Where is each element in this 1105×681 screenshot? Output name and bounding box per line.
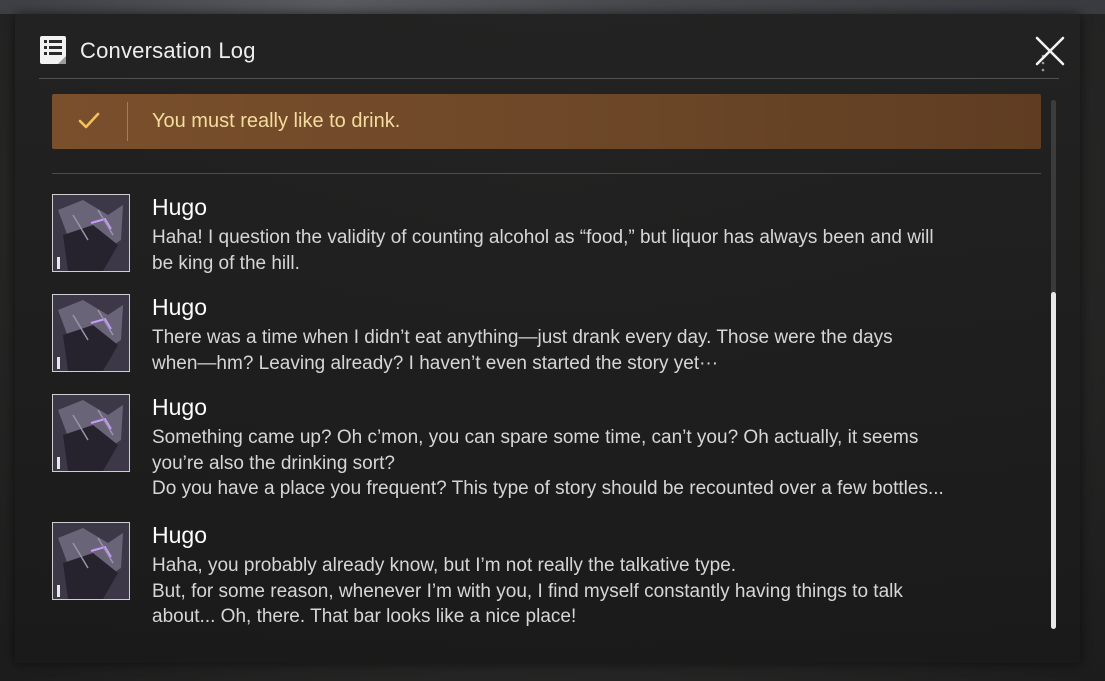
hugo-portrait-icon: [53, 395, 129, 471]
dialogue-text: There was a time when I didn’t eat anyth…: [152, 325, 1032, 376]
hugo-portrait-icon: [53, 195, 129, 271]
speaker-avatar: [52, 194, 130, 272]
scrollbar-thumb[interactable]: [1051, 292, 1056, 629]
speaker-avatar: [52, 394, 130, 472]
selected-choice: You must really like to drink.: [52, 94, 1041, 149]
choice-divider: [127, 102, 128, 141]
dialogue-line: Do you have a place you frequent? This t…: [152, 478, 944, 499]
choice-text: You must really like to drink.: [152, 110, 401, 132]
dialogue-line: There was a time when I didn’t eat anyth…: [152, 327, 893, 348]
speaker-avatar: [52, 522, 130, 600]
speaker-name: Hugo: [152, 194, 207, 220]
dialogue-line: But, for some reason, whenever I’m with …: [152, 580, 903, 602]
close-icon: [1035, 36, 1065, 66]
speaker-name: Hugo: [152, 522, 207, 548]
check-icon: [78, 112, 100, 129]
dialogue-line: Something came up? Oh c’mon, you can spa…: [152, 427, 919, 448]
dialogue-line: you’re also the drinking sort?: [152, 452, 395, 474]
close-button[interactable]: [1029, 32, 1069, 72]
panel-title: Conversation Log: [80, 38, 256, 63]
dialogue-line: Haha! I question the validity of countin…: [152, 227, 934, 248]
conversation-log-panel: Conversation Log You must really like to…: [15, 14, 1080, 663]
dialogue-line: Haha, you probably already know, but I’m…: [152, 555, 737, 576]
panel-header: Conversation Log: [39, 32, 1065, 79]
dialogue-text: Something came up? Oh c’mon, you can spa…: [152, 425, 1032, 502]
scrollbar-track[interactable]: [1051, 100, 1056, 629]
dialogue-text: Haha, you probably already know, but I’m…: [152, 553, 1032, 630]
section-divider: [52, 173, 1041, 174]
dialogue-line: about... Oh, there. That bar looks like …: [152, 606, 577, 627]
dialogue-text: Haha! I question the validity of countin…: [152, 225, 1032, 276]
hugo-portrait-icon: [53, 523, 129, 599]
dialogue-line: when—hm? Leaving already? I haven’t even…: [152, 352, 719, 374]
background-scene: [0, 0, 1105, 14]
log-icon: [40, 36, 66, 64]
speaker-name: Hugo: [152, 394, 207, 420]
speaker-name: Hugo: [152, 294, 207, 320]
dialogue-line: be king of the hill.: [152, 252, 300, 274]
speaker-avatar: [52, 294, 130, 372]
hugo-portrait-icon: [53, 295, 129, 371]
